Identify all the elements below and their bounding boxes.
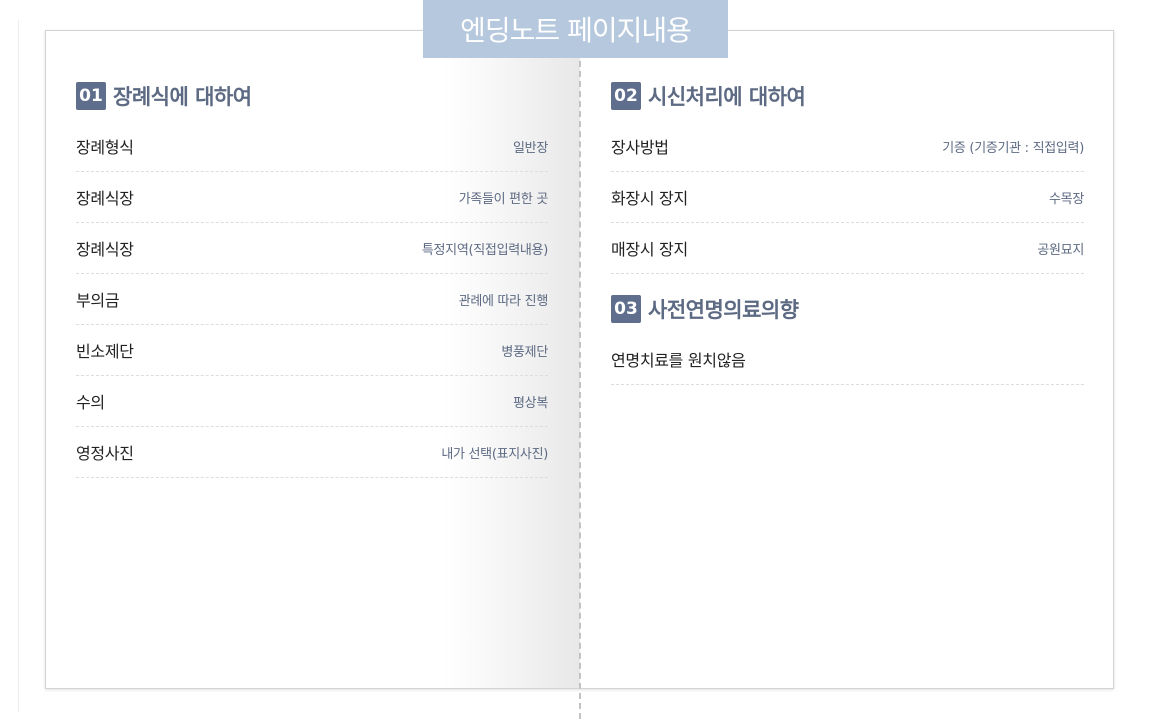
row-label: 장례식장 xyxy=(76,240,134,259)
section-01-rows: 장례형식 일반장 장례식장 가족들이 편한 곳 장례식장 특정지역(직접입력내용… xyxy=(76,121,548,478)
row-label: 장례식장 xyxy=(76,189,134,208)
page-left-rule xyxy=(18,20,19,712)
row-label: 연명치료를 원치않음 xyxy=(611,351,746,370)
row-value: 내가 선택(표지사진) xyxy=(441,446,548,462)
info-row: 장례식장 가족들이 편한 곳 xyxy=(76,172,548,223)
section-02-header: 02 시신처리에 대하여 xyxy=(611,81,806,111)
row-label: 매장시 장지 xyxy=(611,240,688,259)
section-title: 사전연명의료의향 xyxy=(648,298,799,322)
section-number-badge: 02 xyxy=(611,82,641,110)
info-row: 장례형식 일반장 xyxy=(76,121,548,172)
page-title-tab: 엔딩노트 페이지내용 xyxy=(423,0,728,58)
ending-note-book: 01 장례식에 대하여 장례형식 일반장 장례식장 가족들이 편한 곳 장례식장… xyxy=(45,30,1114,719)
section-02-rows: 장사방법 기증 (기증기관 : 직접입력) 화장시 장지 수목장 매장시 장지 … xyxy=(611,121,1084,274)
right-page: 02 시신처리에 대하여 장사방법 기증 (기증기관 : 직접입력) 화장시 장… xyxy=(581,31,1114,688)
row-label: 빈소제단 xyxy=(76,342,134,361)
section-03-rows: 연명치료를 원치않음 xyxy=(611,334,1084,385)
row-label: 부의금 xyxy=(76,291,120,310)
row-value: 일반장 xyxy=(513,140,548,156)
row-label: 화장시 장지 xyxy=(611,189,688,208)
row-value: 병풍제단 xyxy=(501,344,548,360)
info-row: 화장시 장지 수목장 xyxy=(611,172,1084,223)
row-value: 기증 (기증기관 : 직접입력) xyxy=(942,140,1084,156)
row-value: 특정지역(직접입력내용) xyxy=(421,242,548,258)
info-row: 연명치료를 원치않음 xyxy=(611,334,1084,385)
row-label: 장례형식 xyxy=(76,138,134,157)
info-row: 장사방법 기증 (기증기관 : 직접입력) xyxy=(611,121,1084,172)
info-row: 부의금 관례에 따라 진행 xyxy=(76,274,548,325)
row-value: 공원묘지 xyxy=(1037,242,1084,258)
row-label: 장사방법 xyxy=(611,138,669,157)
row-value: 평상복 xyxy=(513,395,548,411)
info-row: 장례식장 특정지역(직접입력내용) xyxy=(76,223,548,274)
section-01-header: 01 장례식에 대하여 xyxy=(76,81,252,111)
section-number-badge: 01 xyxy=(76,82,106,110)
row-value: 관례에 따라 진행 xyxy=(458,293,549,309)
row-label: 영정사진 xyxy=(76,444,134,463)
section-title: 장례식에 대하여 xyxy=(113,85,252,109)
row-label: 수의 xyxy=(76,393,105,412)
section-number-badge: 03 xyxy=(611,295,641,323)
info-row: 수의 평상복 xyxy=(76,376,548,427)
info-row: 빈소제단 병풍제단 xyxy=(76,325,548,376)
info-row: 영정사진 내가 선택(표지사진) xyxy=(76,427,548,478)
row-value: 수목장 xyxy=(1049,191,1084,207)
row-value: 가족들이 편한 곳 xyxy=(458,191,549,207)
section-title: 시신처리에 대하여 xyxy=(648,85,806,109)
section-03-header: 03 사전연명의료의향 xyxy=(611,294,799,324)
left-page: 01 장례식에 대하여 장례형식 일반장 장례식장 가족들이 편한 곳 장례식장… xyxy=(46,31,580,688)
info-row: 매장시 장지 공원묘지 xyxy=(611,223,1084,274)
